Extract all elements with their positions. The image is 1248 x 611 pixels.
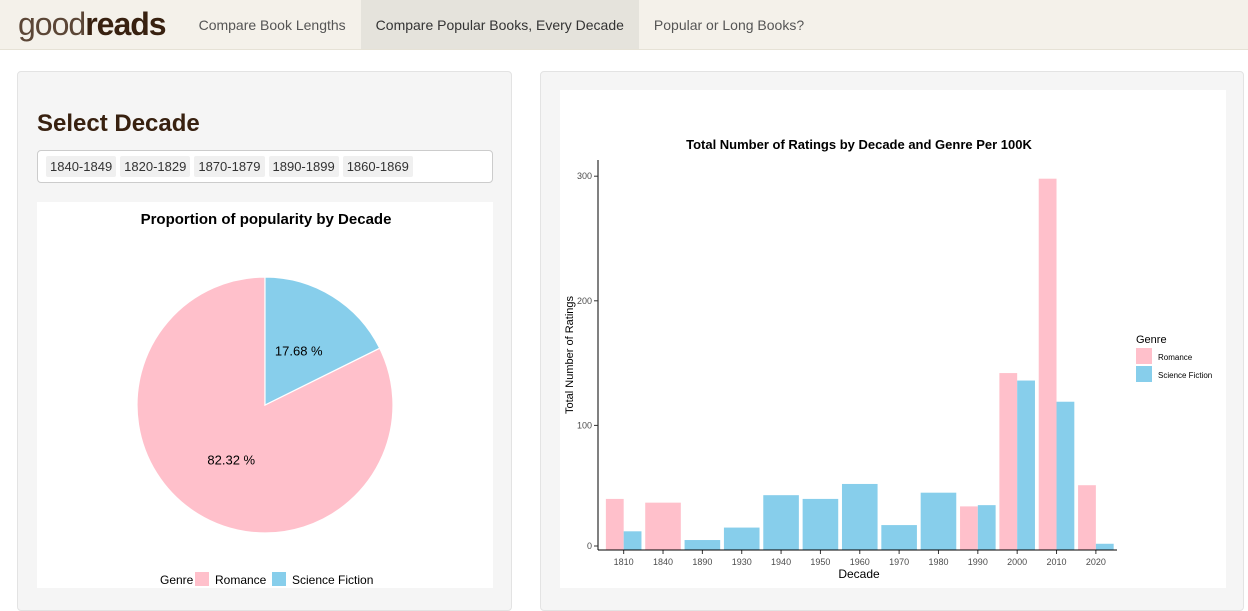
select-decade-title: Select Decade [37, 110, 200, 137]
pie-chart-title: Proportion of popularity by Decade [141, 211, 392, 228]
bar-romance-2000 [999, 373, 1018, 550]
y-tick-label: 200 [577, 296, 592, 306]
tab-popular-or-long[interactable]: Popular or Long Books? [639, 0, 819, 49]
x-tick-label: 1980 [928, 557, 948, 567]
bar-science-fiction-1960 [841, 483, 878, 550]
bar-chart-container: Total Number of Ratings by Decade and Ge… [560, 90, 1226, 588]
bar-romance-1810 [605, 498, 624, 550]
decade-chip[interactable]: 1840-1849 [46, 156, 117, 177]
x-tick-label: 1950 [810, 557, 830, 567]
bar-science-fiction-1980 [920, 492, 957, 550]
navbar: good reads Compare Book Lengths Compare P… [0, 0, 1248, 50]
bar-science-fiction-1890 [684, 540, 721, 550]
bar-science-fiction-1970 [881, 525, 917, 550]
tab-compare-book-lengths[interactable]: Compare Book Lengths [184, 0, 361, 49]
pie-legend-swatch-science-fiction [272, 572, 286, 586]
bar-science-fiction-2000 [1017, 380, 1035, 550]
decade-chip[interactable]: 1820-1829 [120, 156, 191, 177]
x-tick-label: 1970 [889, 557, 909, 567]
pie-chart: Proportion of popularity by Decade 82.32… [136, 211, 394, 587]
decade-chip[interactable]: 1870-1879 [194, 156, 265, 177]
bar-legend-title: Genre [1136, 334, 1167, 346]
x-tick-label: 1890 [692, 557, 712, 567]
bar-x-axis-label: Decade [838, 567, 880, 581]
pie-slice-label-romance: 82.32 % [207, 452, 255, 467]
bar-science-fiction-1940 [763, 495, 799, 550]
bar-science-fiction-2020 [1095, 543, 1114, 550]
decade-chip[interactable]: 1890-1899 [268, 156, 339, 177]
x-tick-label: 2000 [1007, 557, 1027, 567]
pie-legend-title: Genre [160, 573, 194, 587]
bar-science-fiction-1950 [802, 498, 839, 550]
bar-legend-swatch-science-fiction [1136, 366, 1152, 382]
bar-legend: Genre Romance Science Fiction [1136, 334, 1212, 382]
x-tick-label: 1840 [653, 557, 673, 567]
tab-compare-popular-books[interactable]: Compare Popular Books, Every Decade [360, 0, 639, 49]
bar-science-fiction-2010 [1056, 401, 1075, 550]
bar-romance-2010 [1038, 178, 1057, 550]
bar-legend-swatch-romance [1136, 348, 1152, 364]
x-tick-label: 1940 [771, 557, 791, 567]
x-tick-label: 1930 [732, 557, 752, 567]
bar-legend-label-romance: Romance [1158, 353, 1193, 362]
sidebar-panel: Select Decade 1840-1849 1820-1829 1870-1… [17, 71, 512, 611]
bar-science-fiction-1930 [723, 527, 760, 550]
bar-science-fiction-1810 [623, 531, 642, 550]
bar-legend-label-science-fiction: Science Fiction [1158, 371, 1212, 380]
pie-legend-label-romance: Romance [215, 573, 267, 587]
bar-romance-1990 [960, 506, 978, 550]
decade-chip[interactable]: 1860-1869 [342, 156, 413, 177]
main-panel: Total Number of Ratings by Decade and Ge… [540, 71, 1244, 611]
bar-science-fiction-1990 [977, 505, 996, 550]
pie-legend-label-science-fiction: Science Fiction [292, 573, 373, 587]
y-tick-label: 0 [587, 541, 592, 551]
pie-legend-swatch-romance [195, 572, 209, 586]
x-tick-label: 1810 [614, 557, 634, 567]
bar-romance-1840 [645, 502, 681, 550]
y-tick-label: 100 [577, 420, 592, 430]
x-tick-label: 1960 [850, 557, 870, 567]
logo-text-reads: reads [85, 6, 166, 42]
bar-y-axis-label: Total Number of Ratings [564, 296, 576, 414]
bar-romance-2020 [1078, 485, 1096, 550]
decade-multiselect[interactable]: 1840-1849 1820-1829 1870-1879 1890-1899 … [37, 150, 493, 183]
pie-legend: Genre Romance Science Fiction [160, 572, 373, 587]
y-tick-label: 300 [577, 171, 592, 181]
x-tick-label: 2020 [1086, 557, 1106, 567]
x-tick-label: 1990 [968, 557, 988, 567]
pie-slice-label-science-fiction: 17.68 % [275, 344, 323, 359]
bar-chart-title: Total Number of Ratings by Decade and Ge… [686, 137, 1032, 152]
x-tick-label: 2010 [1047, 557, 1067, 567]
bar-chart: Total Number of Ratings by Decade and Ge… [564, 137, 1212, 581]
logo-text-good: good [18, 6, 86, 42]
pie-chart-container: Proportion of popularity by Decade 82.32… [37, 202, 493, 588]
goodreads-logo[interactable]: good reads [0, 0, 184, 49]
